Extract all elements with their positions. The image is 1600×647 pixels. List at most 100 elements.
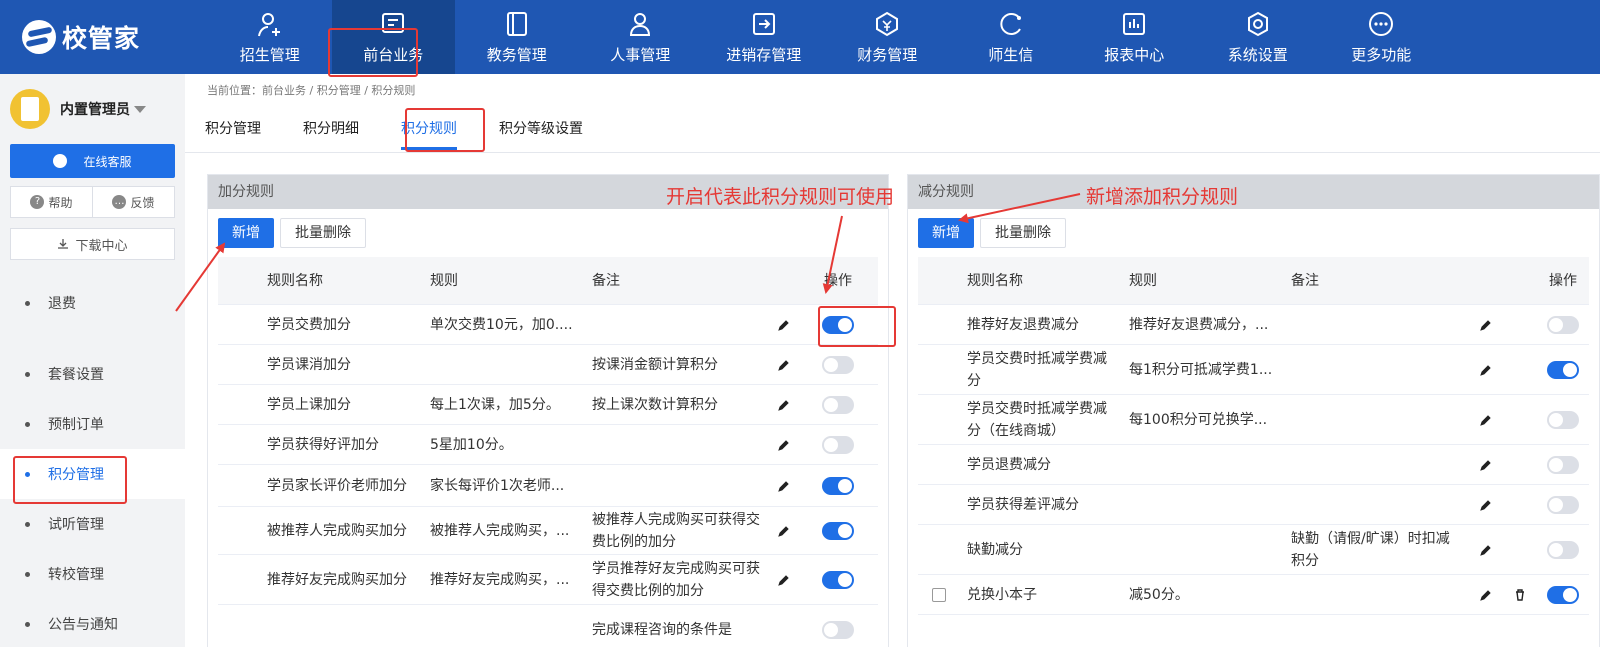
enable-toggle[interactable] [822, 476, 854, 495]
nav-item-2[interactable]: 教务管理 [455, 0, 579, 74]
nav-item-8[interactable]: 系统设置 [1196, 0, 1320, 74]
enable-toggle[interactable] [1547, 455, 1579, 474]
top-nav: 校管家 招生管理 前台业务 教务管理 人事管理 进销存管理 财务管理 师生信 报表中心 系统设置… [0, 0, 1600, 74]
edit-button[interactable] [770, 398, 798, 412]
sidebar-item-refund[interactable]: 退费 [0, 278, 185, 328]
enable-toggle[interactable] [822, 521, 854, 540]
enable-toggle[interactable] [1547, 585, 1579, 604]
rule-text: 每100积分可兑换学... [1129, 411, 1268, 428]
enable-toggle[interactable] [822, 395, 854, 414]
sidebar-item-label: 试听管理 [48, 517, 104, 533]
edit-button[interactable] [1469, 413, 1503, 427]
sidebar-item-announcements[interactable]: 公告与通知 [0, 599, 185, 647]
edit-icon[interactable] [777, 358, 791, 372]
enable-toggle[interactable] [1547, 495, 1579, 514]
nav-item-label: 财务管理 [857, 45, 918, 64]
nav-item-1[interactable]: 前台业务 [331, 0, 455, 74]
delete-button[interactable] [1503, 588, 1537, 602]
edit-button[interactable] [1469, 458, 1503, 472]
edit-button[interactable] [770, 318, 798, 332]
edit-button[interactable] [1469, 363, 1503, 377]
edit-button[interactable] [1469, 318, 1503, 332]
edit-button[interactable] [1469, 588, 1503, 602]
nav-item-4[interactable]: 进销存管理 [702, 0, 826, 74]
sidebar-item-trial-management[interactable]: 试听管理 [0, 499, 185, 549]
sidebar-item-label: 预制订单 [48, 417, 104, 433]
feedback-button[interactable]: … 反馈 [92, 187, 174, 217]
deduct-points-panel: 减分规则 新增 批量删除 规则名称 规则 备注 操作 推荐好友退费减分 推荐好友退费减分，… [907, 174, 1600, 647]
batch-delete-button[interactable]: 批量删除 [980, 218, 1066, 248]
edit-button[interactable] [1469, 543, 1503, 557]
enable-toggle[interactable] [822, 570, 854, 589]
sidebar-item-package-settings[interactable]: 套餐设置 [0, 349, 185, 399]
sidebar-item-label: 转校管理 [48, 567, 104, 583]
edit-icon[interactable] [777, 438, 791, 452]
enable-toggle[interactable] [1547, 410, 1579, 429]
edit-icon[interactable] [1479, 458, 1493, 472]
rule-text: 推荐好友退费减分，... [1129, 316, 1269, 333]
finance-icon [876, 11, 899, 36]
rule-name: 兑换小本子 [967, 586, 1037, 603]
help-row: ? 帮助 … 反馈 [10, 186, 175, 218]
edit-icon[interactable] [777, 318, 791, 332]
row-checkbox[interactable] [932, 587, 946, 602]
tab-points-level-settings[interactable]: 积分等级设置 [499, 112, 583, 150]
edit-icon[interactable] [1479, 588, 1493, 602]
add-rule-button[interactable]: 新增 [218, 218, 274, 248]
nav-item-label: 招生管理 [239, 45, 300, 64]
nav-item-6[interactable]: 师生信 [949, 0, 1073, 74]
enable-toggle[interactable] [822, 355, 854, 374]
rule-text: 被推荐人完成购买，... [430, 522, 570, 539]
nav-item-3[interactable]: 人事管理 [579, 0, 703, 74]
edit-button[interactable] [770, 358, 798, 372]
rule-name: 缺勤减分 [967, 541, 1023, 558]
online-service-button[interactable]: 在线客服 [10, 144, 175, 178]
edit-button[interactable] [1469, 498, 1503, 512]
logo-icon [22, 20, 56, 54]
enable-toggle[interactable] [1547, 315, 1579, 334]
col-note: 备注 [592, 272, 620, 289]
nav-item-0[interactable]: 招生管理 [208, 0, 332, 74]
nav-item-7[interactable]: 报表中心 [1073, 0, 1197, 74]
sidebar-item-preset-orders[interactable]: 预制订单 [0, 399, 185, 449]
add-rule-button[interactable]: 新增 [918, 218, 974, 248]
tab-points-rules[interactable]: 积分规则 [401, 112, 457, 150]
enable-toggle[interactable] [1547, 360, 1579, 379]
download-center-button[interactable]: 下载中心 [10, 228, 175, 260]
tab-points-management[interactable]: 积分管理 [205, 112, 261, 150]
enable-toggle[interactable] [822, 620, 854, 639]
edit-icon[interactable] [777, 479, 791, 493]
enable-toggle[interactable] [1547, 540, 1579, 559]
edit-icon[interactable] [777, 524, 791, 538]
front-desk-icon [382, 12, 405, 33]
batch-delete-button[interactable]: 批量删除 [280, 218, 366, 248]
table-row: 兑换小本子 减50分。 [918, 575, 1589, 615]
edit-icon[interactable] [1479, 363, 1493, 377]
edit-icon[interactable] [777, 398, 791, 412]
edit-icon[interactable] [1479, 318, 1493, 332]
delete-icon[interactable] [1513, 588, 1527, 602]
help-button[interactable]: ? 帮助 [11, 187, 92, 217]
nav-item-9[interactable]: 更多功能 [1320, 0, 1444, 74]
table-row: 完成课程咨询的条件是 [218, 605, 878, 647]
sidebar-item-points-management[interactable]: 积分管理 [0, 449, 185, 499]
rule-name: 被推荐人完成购买加分 [267, 522, 407, 539]
edit-button[interactable] [770, 573, 798, 587]
logo-text: 校管家 [62, 24, 141, 53]
tab-points-detail[interactable]: 积分明细 [303, 112, 359, 150]
edit-icon[interactable] [1479, 543, 1493, 557]
enable-toggle[interactable] [822, 435, 854, 454]
user-menu[interactable]: 内置管理员 [0, 74, 185, 144]
edit-icon[interactable] [777, 573, 791, 587]
rule-name: 推荐好友完成购买加分 [267, 571, 407, 588]
col-rule-name: 规则名称 [967, 272, 1023, 289]
nav-item-5[interactable]: 财务管理 [826, 0, 950, 74]
edit-button[interactable] [770, 438, 798, 452]
edit-button[interactable] [770, 524, 798, 538]
edit-button[interactable] [770, 479, 798, 493]
sidebar: 内置管理员 在线客服 ? 帮助 … 反馈 下载中心 退费 套餐设置 预制订单 积… [0, 74, 185, 647]
enable-toggle[interactable] [822, 315, 854, 334]
edit-icon[interactable] [1479, 498, 1493, 512]
edit-icon[interactable] [1479, 413, 1493, 427]
sidebar-item-transfer-management[interactable]: 转校管理 [0, 549, 185, 599]
